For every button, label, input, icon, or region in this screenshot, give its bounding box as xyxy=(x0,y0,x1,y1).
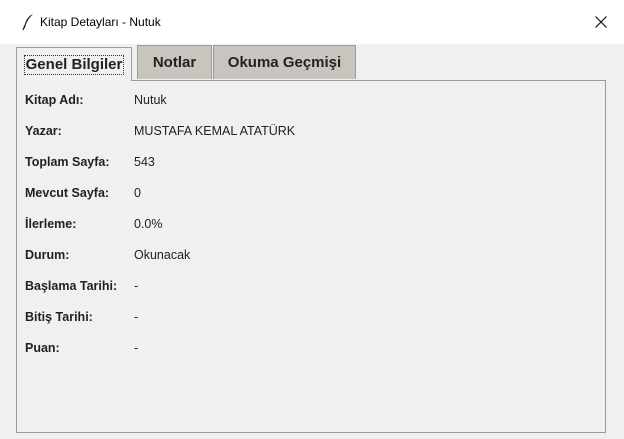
detail-value: Okunacak xyxy=(134,248,191,262)
feather-icon xyxy=(22,14,33,31)
tab-label: Genel Bilgiler xyxy=(23,54,125,75)
detail-label: Puan: xyxy=(25,341,60,355)
details-panel: Kitap Adı: Nutuk Yazar: MUSTAFA KEMAL AT… xyxy=(16,80,606,433)
detail-value: - xyxy=(134,341,139,355)
detail-label: Toplam Sayfa: xyxy=(25,155,110,169)
detail-label: Yazar: xyxy=(25,124,62,138)
tab-okuma-gecmisi[interactable]: Okuma Geçmişi xyxy=(213,45,356,79)
detail-label: Durum: xyxy=(25,248,70,262)
detail-label: İlerleme: xyxy=(25,217,77,231)
tab-label: Notlar xyxy=(152,54,197,71)
detail-value: Nutuk xyxy=(134,93,167,107)
detail-value: - xyxy=(134,279,139,293)
close-icon xyxy=(595,16,607,28)
tab-genel-bilgiler[interactable]: Genel Bilgiler xyxy=(16,47,132,81)
detail-value: 543 xyxy=(134,155,155,169)
detail-label: Başlama Tarihi: xyxy=(25,279,118,293)
detail-value: 0.0% xyxy=(134,217,163,231)
close-button[interactable] xyxy=(578,0,624,44)
detail-label: Kitap Adı: xyxy=(25,93,84,107)
detail-value: MUSTAFA KEMAL ATATÜRK xyxy=(134,124,296,138)
detail-value: 0 xyxy=(134,186,141,200)
window-title: Kitap Detayları - Nutuk xyxy=(40,15,161,29)
tab-notlar[interactable]: Notlar xyxy=(137,45,212,79)
title-bar: Kitap Detayları - Nutuk xyxy=(0,0,624,44)
detail-value: - xyxy=(134,310,139,324)
detail-label: Bitiş Tarihi: xyxy=(25,310,93,324)
detail-label: Mevcut Sayfa: xyxy=(25,186,110,200)
tab-label: Okuma Geçmişi xyxy=(227,54,342,71)
